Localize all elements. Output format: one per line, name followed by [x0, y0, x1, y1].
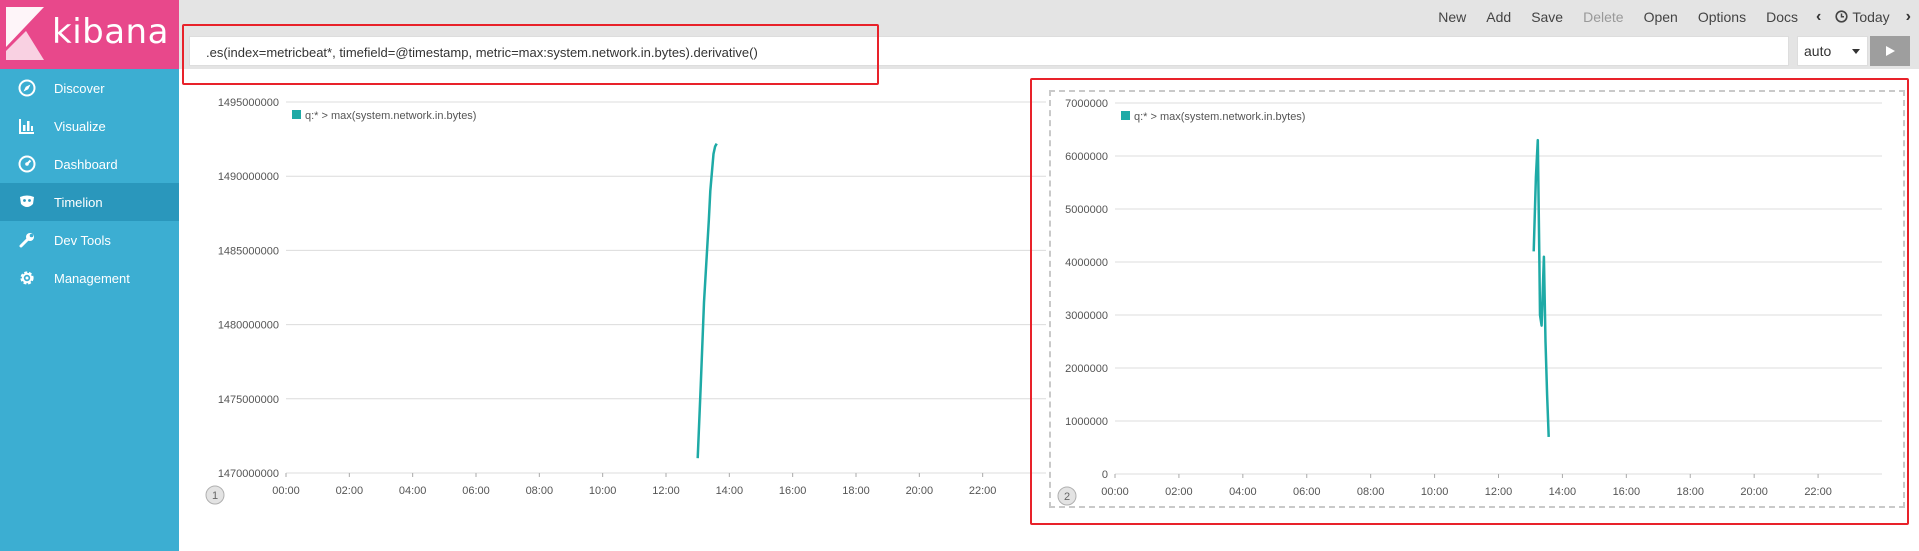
x-tick-label: 02:00	[1165, 486, 1193, 498]
legend-swatch	[292, 110, 301, 119]
legend-swatch	[1121, 111, 1130, 120]
x-tick-label: 14:00	[716, 485, 744, 497]
y-tick-label: 1000000	[1065, 416, 1108, 428]
expression-bar: .es(index=metricbeat*, timefield=@timest…	[179, 33, 1919, 69]
bar-chart-icon	[0, 117, 54, 135]
y-tick-label: 1495000000	[218, 97, 279, 109]
open-button[interactable]: Open	[1644, 9, 1678, 25]
timelion-chart-1[interactable]: 1495000000 1490000000 1485000000 1480000000…	[179, 80, 1049, 520]
interval-select[interactable]: auto	[1797, 36, 1868, 66]
x-tick-label: 04:00	[399, 485, 427, 497]
chevron-left-icon[interactable]: ‹	[1816, 8, 1821, 26]
y-tick-label: 6000000	[1065, 151, 1108, 163]
sidebar-item-label: Dev Tools	[54, 232, 111, 248]
top-nav-bar: New Add Save Delete Open Options Docs ‹ …	[179, 0, 1919, 33]
sidebar-item-dashboard[interactable]: Dashboard	[0, 145, 179, 183]
new-button[interactable]: New	[1438, 9, 1466, 25]
y-tick-label: 1485000000	[218, 245, 279, 257]
sidebar: kibana Discover Visualize Dashboard Timelio…	[0, 0, 179, 551]
sidebar-item-label: Visualize	[54, 118, 106, 134]
sidebar-item-label: Timelion	[54, 194, 103, 210]
timelion-chart-2[interactable]: 7000000 6000000 5000000 4000000 3000000 20000…	[1051, 92, 1903, 507]
x-tick-label: 12:00	[1485, 486, 1513, 498]
x-tick-label: 06:00	[462, 485, 490, 497]
y-tick-label: 7000000	[1065, 98, 1108, 110]
y-tick-label: 1470000000	[218, 468, 279, 480]
x-tick-label: 16:00	[779, 485, 807, 497]
panel-number-label: 1	[212, 490, 218, 502]
x-tick-label: 08:00	[1357, 486, 1385, 498]
x-tick-label: 00:00	[1101, 486, 1129, 498]
legend-label: q:* > max(system.network.in.bytes)	[305, 110, 476, 122]
docs-button[interactable]: Docs	[1766, 9, 1798, 25]
expression-input[interactable]: .es(index=metricbeat*, timefield=@timest…	[189, 36, 1789, 66]
x-tick-label: 04:00	[1229, 486, 1257, 498]
time-picker-button[interactable]: Today	[1835, 8, 1890, 25]
x-tick-label: 22:00	[969, 485, 997, 497]
series-line	[696, 142, 718, 459]
y-tick-label: 1475000000	[218, 394, 279, 406]
save-button[interactable]: Save	[1531, 9, 1563, 25]
sidebar-item-discover[interactable]: Discover	[0, 69, 179, 107]
wrench-icon	[0, 231, 54, 249]
compass-icon	[0, 79, 54, 97]
x-tick-label: 20:00	[1740, 486, 1768, 498]
x-tick-label: 18:00	[1676, 486, 1704, 498]
sidebar-item-visualize[interactable]: Visualize	[0, 107, 179, 145]
x-tick-label: 20:00	[906, 485, 934, 497]
kibana-logo-icon	[6, 7, 44, 60]
x-tick-label: 02:00	[336, 485, 364, 497]
x-tick-label: 12:00	[652, 485, 680, 497]
add-button[interactable]: Add	[1486, 9, 1511, 25]
timelion-mask-icon	[0, 193, 54, 211]
x-tick-label: 16:00	[1613, 486, 1641, 498]
sidebar-item-label: Dashboard	[54, 156, 118, 172]
panel-number-label: 2	[1064, 491, 1070, 503]
sidebar-item-label: Management	[54, 270, 130, 286]
y-tick-label: 1490000000	[218, 171, 279, 183]
x-tick-label: 10:00	[1421, 486, 1449, 498]
sidebar-item-management[interactable]: Management	[0, 259, 179, 297]
x-tick-label: 14:00	[1549, 486, 1577, 498]
y-tick-label: 2000000	[1065, 363, 1108, 375]
caret-down-icon	[1852, 49, 1860, 54]
gear-icon	[0, 269, 54, 287]
sidebar-item-timelion[interactable]: Timelion	[0, 183, 179, 221]
x-tick-label: 18:00	[842, 485, 870, 497]
run-button[interactable]	[1870, 36, 1910, 66]
x-tick-label: 22:00	[1804, 486, 1832, 498]
y-tick-label: 5000000	[1065, 204, 1108, 216]
y-tick-label: 0	[1102, 469, 1108, 481]
x-tick-label: 08:00	[526, 485, 554, 497]
y-tick-label: 3000000	[1065, 310, 1108, 322]
x-tick-label: 06:00	[1293, 486, 1321, 498]
interval-value: auto	[1804, 43, 1832, 59]
dashboard-gauge-icon	[0, 155, 54, 173]
x-tick-label: 00:00	[272, 485, 300, 497]
brand-name: kibana	[52, 12, 169, 52]
kibana-logo[interactable]: kibana	[0, 0, 179, 69]
series-line	[1532, 138, 1550, 437]
legend-label: q:* > max(system.network.in.bytes)	[1134, 111, 1305, 123]
clock-icon	[1835, 10, 1848, 23]
chevron-right-icon[interactable]: ›	[1906, 8, 1911, 26]
options-button[interactable]: Options	[1698, 9, 1746, 25]
x-tick-label: 10:00	[589, 485, 617, 497]
y-tick-label: 1480000000	[218, 320, 279, 332]
sidebar-item-label: Discover	[54, 80, 105, 96]
delete-button[interactable]: Delete	[1583, 9, 1623, 25]
play-icon	[1886, 46, 1895, 56]
time-range-label: Today	[1852, 8, 1890, 25]
y-tick-label: 4000000	[1065, 257, 1108, 269]
sidebar-item-dev-tools[interactable]: Dev Tools	[0, 221, 179, 259]
